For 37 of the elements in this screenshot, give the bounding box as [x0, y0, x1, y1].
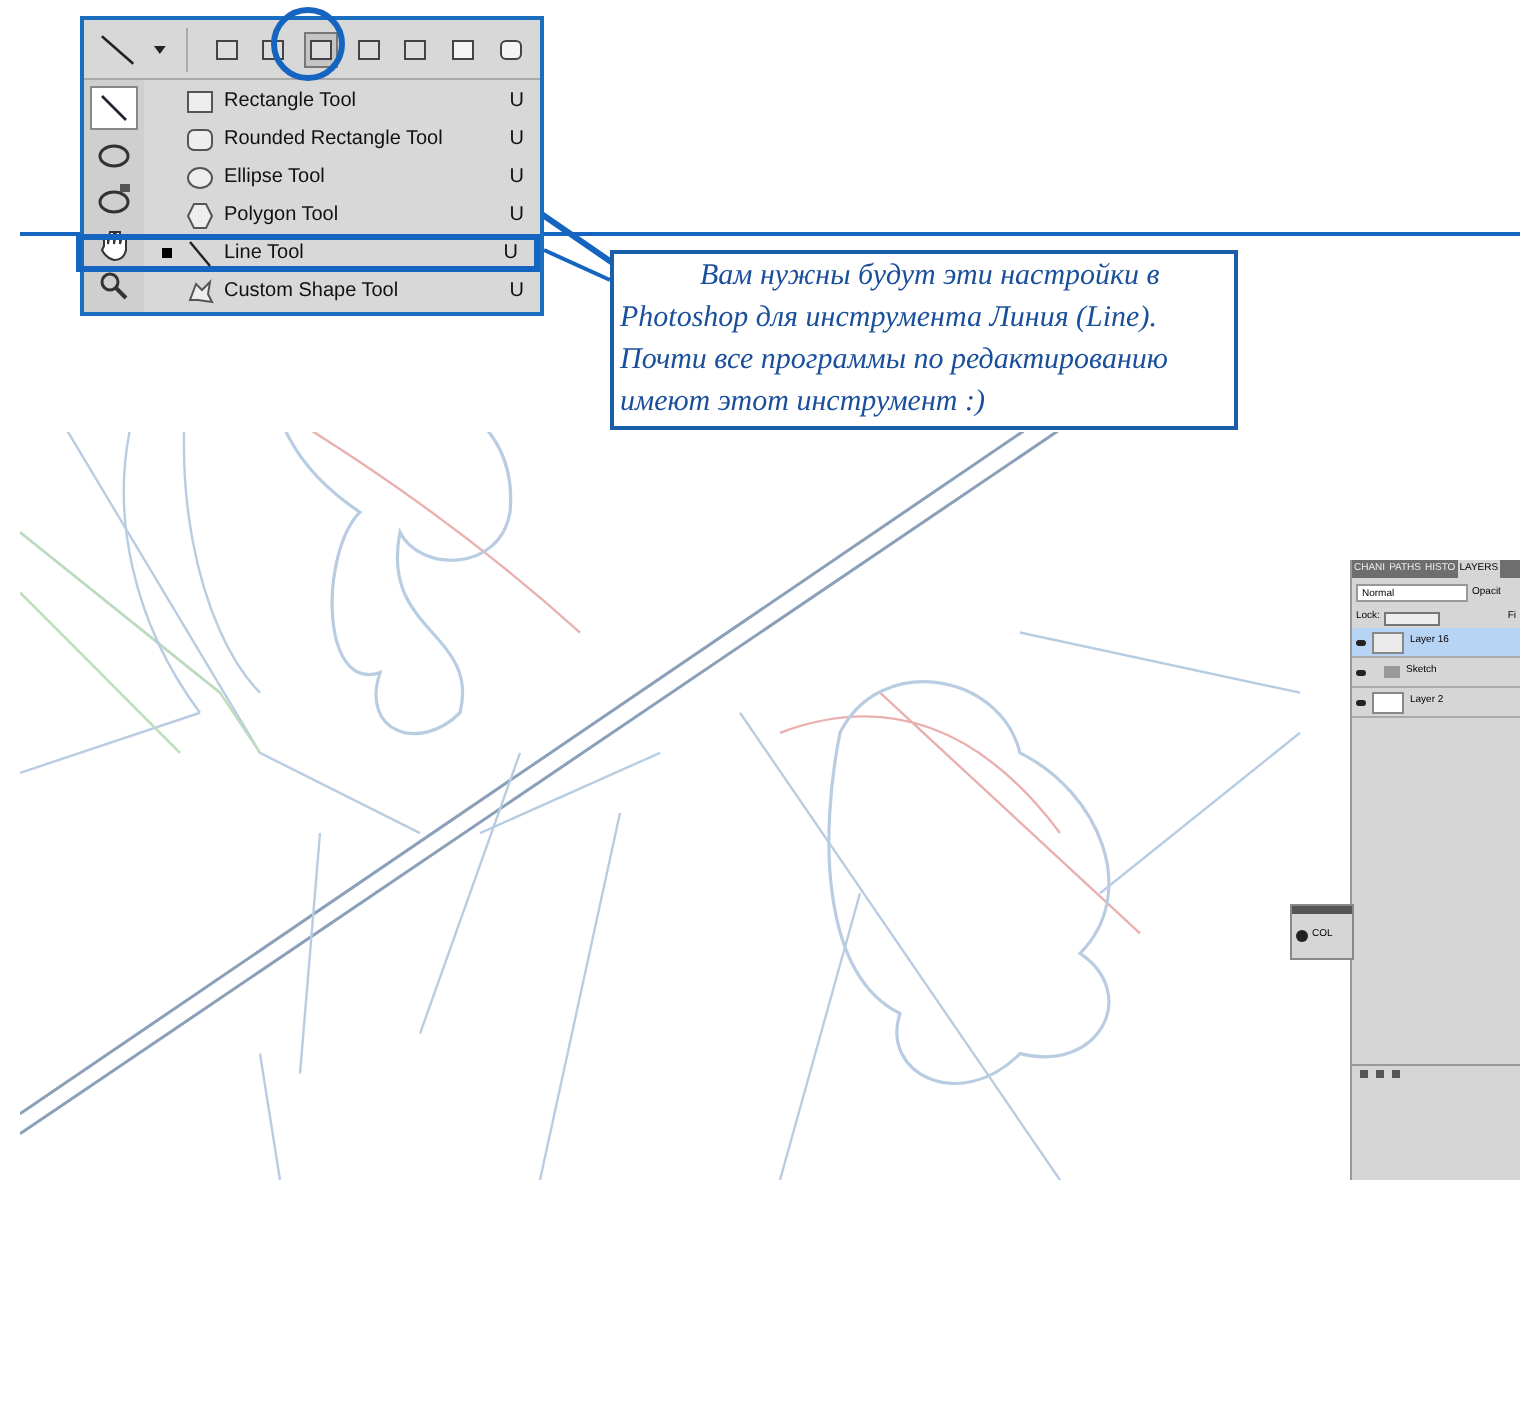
- caret-icon[interactable]: [151, 43, 167, 55]
- eye-icon[interactable]: [1356, 699, 1366, 705]
- menu-item-label: Ellipse Tool: [224, 164, 327, 192]
- folder-icon: [1384, 666, 1400, 678]
- shortcut-key: U: [503, 238, 518, 268]
- menu-item[interactable]: Line Tool U: [76, 234, 540, 272]
- menu-item[interactable]: Ellipse Tool U: [144, 158, 540, 196]
- menu-item-label: Custom Shape Tool: [224, 278, 401, 306]
- eye-icon[interactable]: [1356, 669, 1366, 675]
- menu-item[interactable]: Custom Shape Tool U: [144, 272, 540, 310]
- rounded-rectangle-icon: [184, 123, 216, 155]
- shortcut-key: U: [509, 162, 524, 192]
- menu-item[interactable]: Rounded Rectangle Tool U: [144, 120, 540, 158]
- menu-item-label: Rectangle Tool: [224, 88, 358, 116]
- shortcut-key: U: [509, 86, 524, 116]
- menu-item-label: Line Tool: [224, 240, 306, 268]
- line-icon: [98, 92, 130, 124]
- shortcut-key: U: [509, 200, 524, 230]
- star-icon: [184, 275, 216, 307]
- caption-text: Вам нужны будут эти настройки в Photoshop для инструмента Линия (Line). Почти все программы по редактированию имеют этот инструмент :): [620, 258, 1170, 422]
- ellipse-icon: [184, 161, 216, 193]
- palette-icon: [1296, 930, 1308, 942]
- bullet-icon: [161, 248, 171, 258]
- shortcut-key: U: [509, 124, 524, 154]
- menu-item[interactable]: Rectangle Tool U: [144, 82, 540, 120]
- line-icon: [184, 237, 216, 269]
- menu-item-label: Rounded Rectangle Tool: [224, 126, 445, 154]
- rectangle-tool-button[interactable]: [303, 31, 339, 67]
- search-icon[interactable]: [98, 270, 130, 302]
- rectangle-icon: [184, 85, 216, 117]
- layer-thumbnail: [1372, 631, 1404, 653]
- line-tool-button[interactable]: [90, 86, 138, 130]
- shortcut-key: U: [509, 276, 524, 306]
- menu-item[interactable]: Polygon Tool U: [144, 196, 540, 234]
- layer-thumbnail: [1372, 691, 1404, 713]
- eye-icon[interactable]: [1356, 639, 1366, 645]
- menu-item-label: Polygon Tool: [224, 202, 341, 230]
